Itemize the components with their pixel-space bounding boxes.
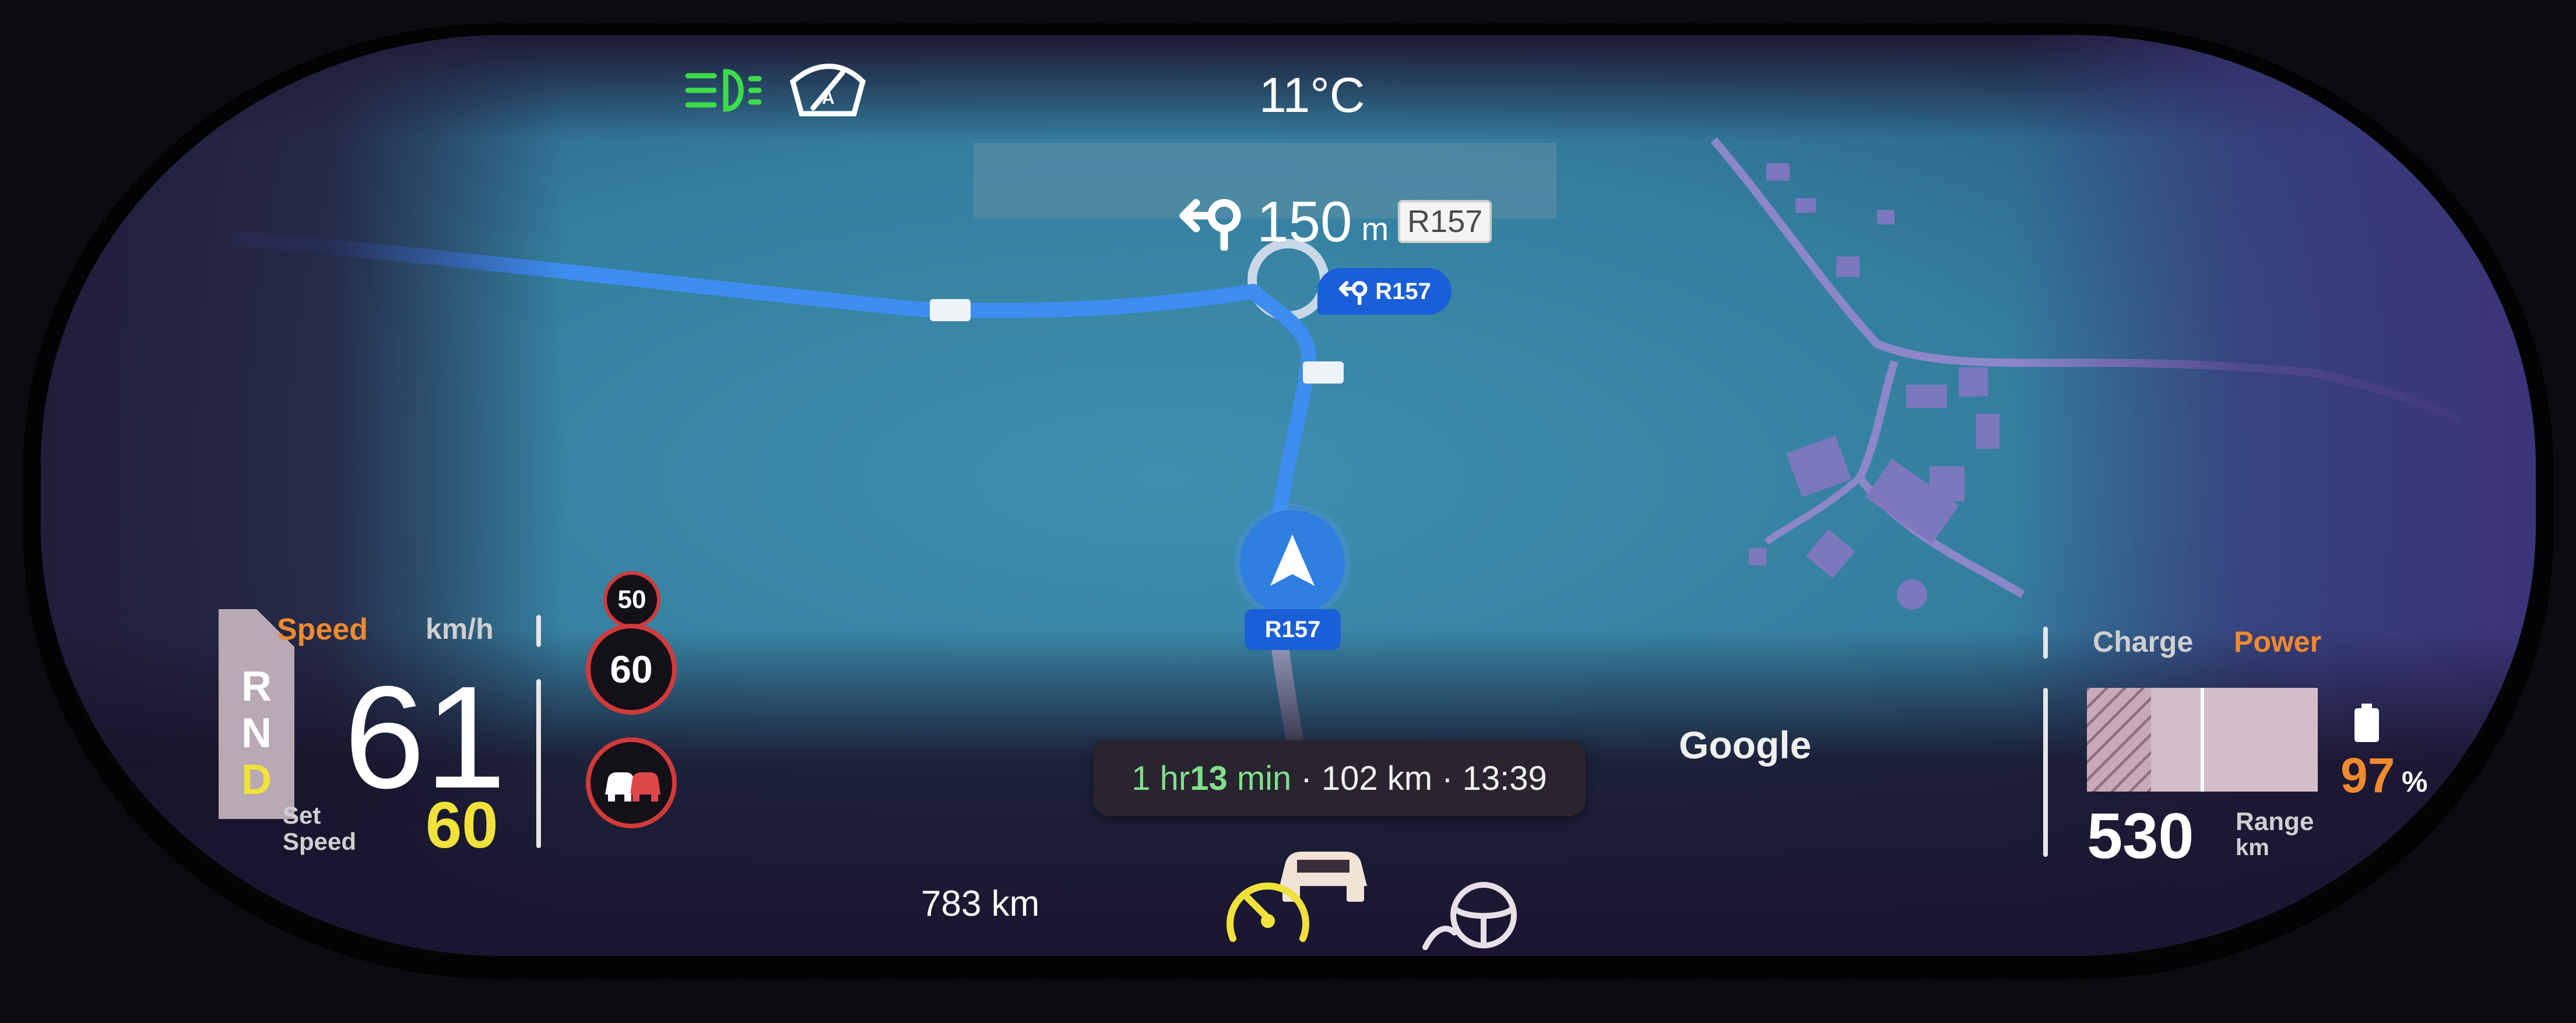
eta-panel[interactable]: 1 hr 13 min · 102 km · 13:39 bbox=[1093, 740, 1586, 816]
eta-separator: · bbox=[1432, 759, 1463, 797]
instrument-cluster-screen: A 11°C 150 m R157 R157 R157 1 hr 13 min bbox=[41, 35, 2536, 956]
battery-percent: 97 bbox=[2340, 748, 2395, 803]
gear-r: R bbox=[241, 663, 272, 710]
current-speed-limit-sign: 60 bbox=[586, 624, 677, 715]
route-marker bbox=[930, 299, 971, 321]
headlight-icon bbox=[685, 69, 762, 112]
gear-n: N bbox=[241, 710, 272, 757]
turn-left-small-icon bbox=[1338, 281, 1368, 305]
lane-cars-sign bbox=[586, 737, 677, 828]
eta-duration-prefix: 1 hr bbox=[1131, 759, 1190, 797]
next-turn-instruction: 150 m R157 bbox=[1178, 189, 1492, 254]
range-value: 530 bbox=[2087, 800, 2194, 872]
speed-divider-top bbox=[536, 615, 541, 647]
route-marker bbox=[1303, 361, 1344, 384]
svg-text:A: A bbox=[822, 89, 835, 108]
power-divider bbox=[2043, 688, 2048, 857]
current-road-badge: R157 bbox=[1245, 609, 1341, 650]
adaptive-cruise-icon bbox=[1227, 883, 1309, 942]
power-meter bbox=[2087, 688, 2318, 792]
speed-unit: km/h bbox=[426, 613, 494, 645]
battery-icon bbox=[2354, 704, 2379, 742]
nav-position-arrow-icon bbox=[1240, 510, 1345, 615]
turn-distance: 150 bbox=[1257, 189, 1352, 254]
range-unit: km bbox=[2236, 835, 2269, 860]
power-divider-top bbox=[2043, 627, 2048, 659]
gear-d: D bbox=[241, 757, 272, 803]
range-label: Range bbox=[2236, 807, 2314, 836]
lane-cars-icon bbox=[605, 772, 660, 801]
set-speed-label-2: Speed bbox=[283, 828, 357, 855]
eta-distance: 102 km bbox=[1321, 759, 1433, 797]
power-label: Power bbox=[2234, 625, 2322, 658]
charge-label: Charge bbox=[2093, 625, 2194, 658]
set-speed-value: 60 bbox=[426, 789, 498, 862]
eta-duration-num: 13 bbox=[1190, 759, 1228, 797]
steering-assist-icon bbox=[1422, 882, 1517, 950]
turn-distance-unit: m bbox=[1361, 210, 1389, 247]
odometer: 783 km bbox=[921, 884, 1040, 924]
outside-temperature: 11°C bbox=[1259, 68, 1365, 122]
map-attribution: Google bbox=[1679, 723, 1812, 767]
turn-left-roundabout-icon bbox=[1179, 199, 1241, 251]
battery-percent-sign: % bbox=[2402, 765, 2428, 798]
set-speed-label-1: Set bbox=[283, 801, 321, 829]
auto-wiper-icon: A bbox=[789, 64, 866, 117]
speed-divider bbox=[536, 679, 541, 848]
eta-separator: · bbox=[1291, 759, 1322, 797]
speed-label: Speed bbox=[277, 613, 368, 646]
road-plate: R157 bbox=[1398, 200, 1492, 243]
eta-arrival-time: 13:39 bbox=[1462, 759, 1547, 797]
map-turn-badge[interactable]: R157 bbox=[1317, 268, 1452, 315]
upcoming-speed-limit-sign: 50 bbox=[603, 571, 660, 628]
eta-duration-suffix: min bbox=[1227, 759, 1292, 797]
